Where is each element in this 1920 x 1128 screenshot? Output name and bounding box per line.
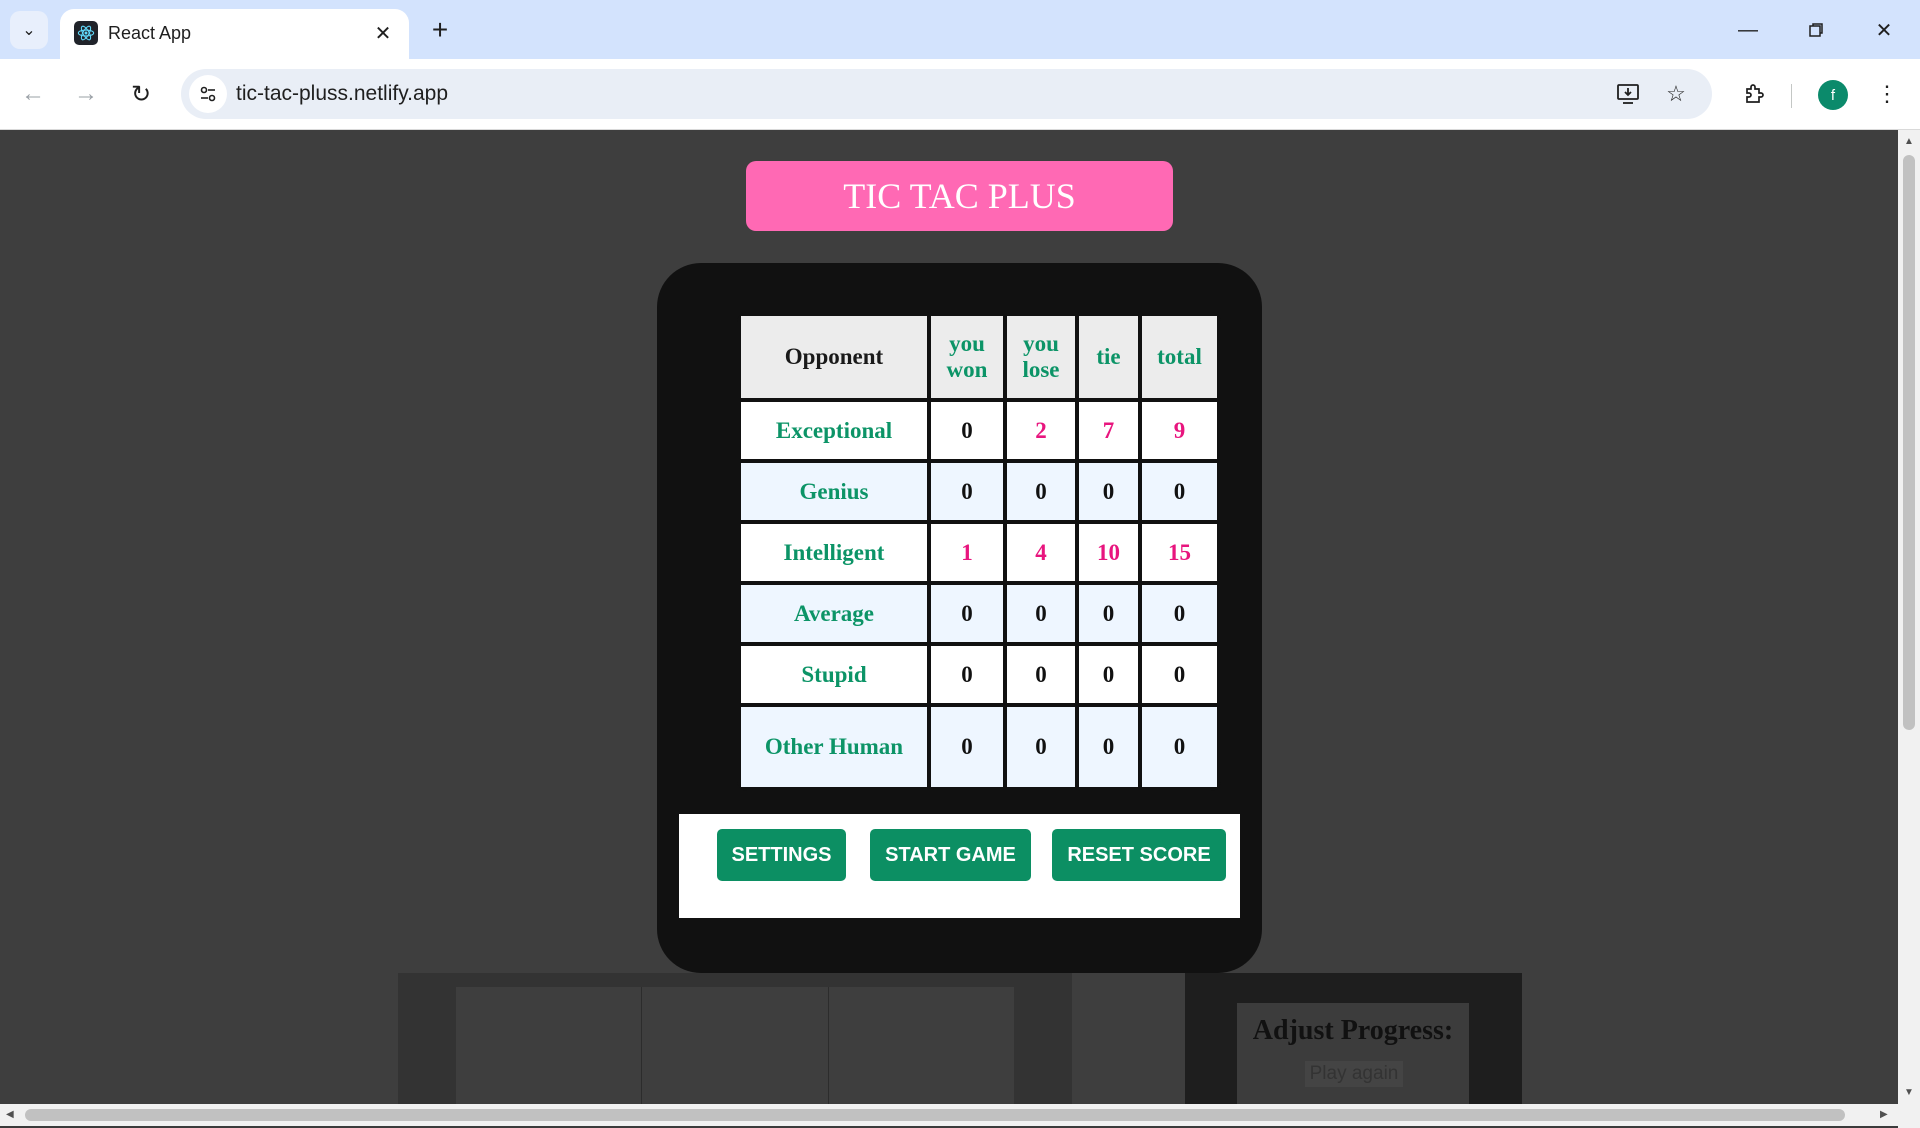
reset-score-button[interactable]: RESET SCORE [1052, 829, 1226, 881]
play-again-button[interactable]: Play again [1305, 1061, 1403, 1087]
tie-cell: 10 [1079, 524, 1138, 581]
won-cell: 0 [931, 585, 1003, 642]
table-row: Average 0 0 0 0 [741, 585, 1217, 642]
page-title: TIC TAC PLUS [746, 161, 1173, 231]
extensions-puzzle-icon[interactable] [1736, 76, 1772, 112]
progress-panel: Adjust Progress: Play again [1185, 973, 1522, 1104]
opponent-cell: Intelligent [741, 524, 927, 581]
won-cell: 0 [931, 707, 1003, 787]
restore-icon[interactable] [1788, 8, 1844, 52]
total-cell: 0 [1142, 707, 1217, 787]
back-arrow-icon[interactable]: ← [15, 76, 51, 112]
header-you-lose: you lose [1007, 316, 1075, 398]
total-cell: 9 [1142, 402, 1217, 459]
vertical-scrollbar[interactable]: ▲ ▼ [1898, 130, 1920, 1104]
opponent-cell: Average [741, 585, 927, 642]
table-row: Stupid 0 0 0 0 [741, 646, 1217, 703]
total-cell: 0 [1142, 585, 1217, 642]
close-window-icon[interactable]: ✕ [1856, 8, 1912, 52]
opponent-cell: Other Human [741, 707, 927, 787]
lose-cell: 0 [1007, 707, 1075, 787]
board-cell[interactable] [829, 987, 1014, 1104]
table-row: Genius 0 0 0 0 [741, 463, 1217, 520]
menu-kebab-icon[interactable]: ⋮ [1869, 76, 1905, 112]
won-cell: 0 [931, 463, 1003, 520]
progress-title: Adjust Progress: [1252, 1015, 1454, 1046]
header-opponent: Opponent [741, 316, 927, 398]
opponent-cell: Exceptional [741, 402, 927, 459]
scrollbar-corner [1898, 1104, 1920, 1128]
opponent-cell: Genius [741, 463, 927, 520]
board-cell[interactable] [642, 987, 829, 1104]
scroll-right-arrow-icon[interactable]: ▶ [1880, 1109, 1888, 1120]
tab-close-icon[interactable]: ✕ [369, 19, 397, 47]
toolbar-separator [1791, 84, 1792, 108]
lose-cell: 4 [1007, 524, 1075, 581]
table-row: Intelligent 1 4 10 15 [741, 524, 1217, 581]
horizontal-scrollbar[interactable]: ◀ ▶ [0, 1104, 1898, 1126]
tab-title: React App [108, 23, 192, 43]
bookmark-star-icon[interactable]: ☆ [1661, 79, 1691, 109]
score-table: Opponent you won you lose tie total Exce… [737, 312, 1221, 791]
header-you-won: you won [931, 316, 1003, 398]
total-cell: 0 [1142, 463, 1217, 520]
game-board-area [398, 973, 1072, 1104]
lose-cell: 0 [1007, 463, 1075, 520]
scroll-down-arrow-icon[interactable]: ▼ [1904, 1087, 1914, 1098]
total-cell: 15 [1142, 524, 1217, 581]
table-header-row: Opponent you won you lose tie total [741, 316, 1217, 398]
tie-cell: 0 [1079, 463, 1138, 520]
score-panel: Opponent you won you lose tie total Exce… [657, 263, 1262, 973]
settings-button[interactable]: SETTINGS [717, 829, 846, 881]
progress-box: Adjust Progress: Play again [1237, 1003, 1469, 1104]
vertical-scroll-thumb[interactable] [1903, 155, 1915, 730]
address-bar[interactable]: tic-tac-pluss.netlify.app ☆ [181, 69, 1712, 119]
header-total: total [1142, 316, 1217, 398]
table-row: Exceptional 0 2 7 9 [741, 402, 1217, 459]
total-cell: 0 [1142, 646, 1217, 703]
tie-cell: 0 [1079, 646, 1138, 703]
tab-strip: ⌄ React App ✕ + — ✕ [0, 0, 1920, 59]
tab-search-chevron-icon[interactable]: ⌄ [10, 11, 48, 49]
scroll-up-arrow-icon[interactable]: ▲ [1904, 136, 1914, 147]
profile-avatar[interactable]: f [1818, 80, 1848, 110]
tie-cell: 7 [1079, 402, 1138, 459]
page-viewport: TIC TAC PLUS Opponent you won you lose t… [0, 130, 1898, 1104]
lose-cell: 2 [1007, 402, 1075, 459]
table-row: Other Human 0 0 0 0 [741, 707, 1217, 787]
opponent-cell: Stupid [741, 646, 927, 703]
browser-tab[interactable]: React App ✕ [60, 9, 409, 59]
new-tab-plus-icon[interactable]: + [424, 14, 456, 46]
header-tie: tie [1079, 316, 1138, 398]
game-board [456, 987, 1014, 1104]
start-game-button[interactable]: START GAME [870, 829, 1031, 881]
site-info-icon[interactable] [189, 75, 227, 113]
won-cell: 1 [931, 524, 1003, 581]
forward-arrow-icon[interactable]: → [68, 76, 104, 112]
lose-cell: 0 [1007, 585, 1075, 642]
minimize-icon[interactable]: — [1720, 8, 1776, 52]
lose-cell: 0 [1007, 646, 1075, 703]
tie-cell: 0 [1079, 707, 1138, 787]
horizontal-scroll-thumb[interactable] [25, 1109, 1845, 1121]
browser-toolbar: ← → ↻ tic-tac-pluss.netlify.app ☆ ⋮ [0, 59, 1920, 130]
reload-icon[interactable]: ↻ [123, 76, 159, 112]
tie-cell: 0 [1079, 585, 1138, 642]
won-cell: 0 [931, 402, 1003, 459]
action-button-bar: SETTINGS START GAME RESET SCORE [679, 814, 1240, 918]
won-cell: 0 [931, 646, 1003, 703]
install-app-icon[interactable] [1613, 79, 1643, 109]
board-cell[interactable] [456, 987, 643, 1104]
scroll-left-arrow-icon[interactable]: ◀ [6, 1109, 14, 1120]
react-favicon-icon [74, 21, 98, 45]
url-text[interactable]: tic-tac-pluss.netlify.app [236, 82, 448, 106]
